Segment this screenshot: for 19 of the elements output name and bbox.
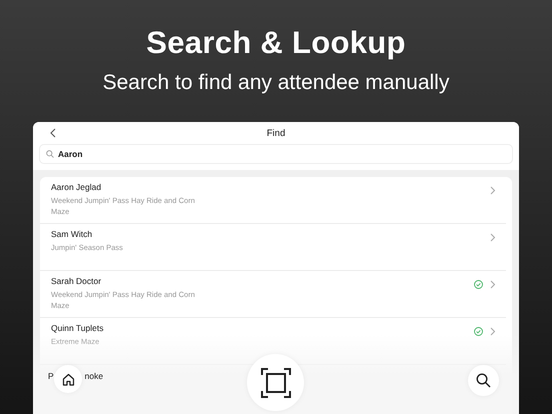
attendee-name: P — [48, 371, 54, 381]
scan-icon — [260, 368, 290, 398]
chevron-icon — [490, 233, 496, 242]
back-icon[interactable] — [50, 128, 56, 138]
screen-title: Find — [266, 128, 286, 138]
headline: Search & Lookup — [146, 25, 406, 61]
search-icon — [46, 150, 54, 158]
attendee-name: noke — [84, 371, 104, 381]
chevron-icon — [490, 327, 496, 336]
home-icon — [62, 372, 74, 386]
search-icon — [476, 373, 491, 388]
chevron-icon — [490, 186, 496, 195]
attendee-name: Aaron Jeglad — [51, 182, 102, 192]
subheadline: Search to find any attendee manually — [102, 71, 450, 95]
attendee-name: Sam Witch — [51, 229, 94, 239]
attendee-name: Quinn Tuplets — [51, 323, 104, 333]
search-field[interactable]: Aaron — [39, 144, 513, 164]
chevron-icon — [490, 280, 496, 289]
attendee-name: Sarah Doctor — [51, 276, 102, 286]
